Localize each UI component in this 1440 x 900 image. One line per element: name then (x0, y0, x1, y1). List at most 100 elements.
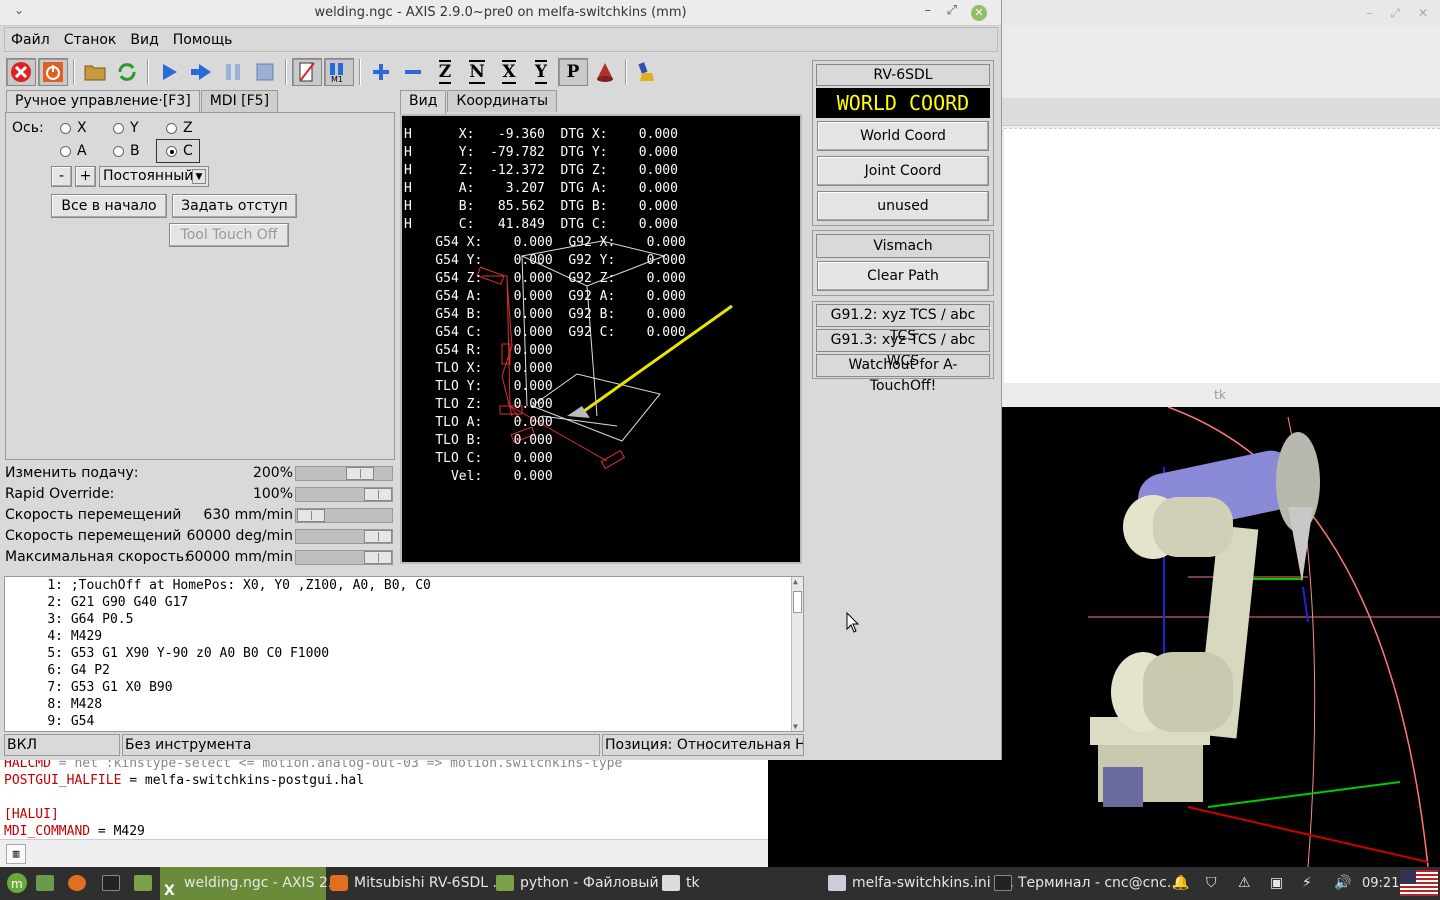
estop-button[interactable] (6, 58, 36, 86)
zoom-out-button[interactable] (398, 58, 428, 86)
jog-minus-button[interactable]: - (51, 166, 72, 187)
gcode-line[interactable]: 1: ;TouchOff at HomePos: X0, Y0 ,Z100, A… (5, 577, 803, 594)
minimize-icon[interactable]: – (925, 3, 932, 18)
slider-knob[interactable] (346, 467, 375, 480)
scroll-down-icon[interactable]: ▼ (793, 722, 798, 731)
tab-manual-control[interactable]: Ручное управление·[F3] (6, 90, 200, 114)
unused-button[interactable]: unused (817, 191, 989, 221)
axis-radio-z[interactable]: Z (166, 120, 193, 136)
axis-radio-c[interactable]: C (156, 139, 200, 163)
menu-machine[interactable]: Станок (64, 32, 117, 48)
ini-text-editor[interactable]: HALCMD = net :kinstype-select <= motion.… (0, 755, 768, 867)
firefox-launcher[interactable] (68, 867, 92, 900)
clock[interactable]: 09:21 (1362, 867, 1399, 900)
tab-mdi[interactable]: MDI [F5] (200, 90, 279, 112)
jog-speed-slider[interactable] (295, 508, 393, 523)
tab-dro[interactable]: Координаты (447, 90, 558, 112)
slider-knob[interactable] (364, 551, 392, 564)
gcode-line[interactable]: 4: M429 (5, 628, 803, 645)
gcode-line[interactable]: 3: G64 P0.5 (5, 611, 803, 628)
joint-coord-button[interactable]: Joint Coord (817, 156, 989, 186)
gcode-listing[interactable]: 1: ;TouchOff at HomePos: X0, Y0 ,Z100, A… (4, 576, 804, 732)
menu-view[interactable]: Вид (130, 32, 158, 48)
axis-radio-y[interactable]: Y (113, 120, 139, 136)
menu-file[interactable]: Файл (11, 32, 50, 48)
clear-path-button[interactable]: Clear Path (817, 261, 989, 291)
world-coord-button[interactable]: World Coord (817, 121, 989, 151)
task-ini-editor[interactable]: melfa-switchkins.ini (... (828, 867, 1014, 900)
clear-backplot-button[interactable] (632, 58, 662, 86)
set-offset-button[interactable]: Задать отступ (172, 194, 297, 218)
task-python-files[interactable]: python - Файловый ... (496, 867, 676, 900)
rotate-view-button[interactable] (590, 58, 620, 86)
dro-line: G54 B: 0.000 G92 B: 0.000 (404, 307, 686, 322)
view-y-button[interactable]: Y (526, 58, 556, 86)
pause-button[interactable] (218, 58, 248, 86)
task-axis[interactable]: Xwelding.ngc - AXIS 2... (160, 867, 341, 900)
clipboard-icon[interactable]: ▣ (1270, 867, 1283, 900)
tab-preview[interactable]: Вид (400, 90, 447, 114)
task-mitsubishi[interactable]: Mitsubishi RV-6SDL ... (330, 867, 506, 900)
stop-button[interactable] (250, 58, 280, 86)
scroll-up-icon[interactable]: ▲ (793, 577, 798, 586)
sidebar-toggle-icon[interactable]: ▥ (6, 844, 26, 864)
view-x-button[interactable]: X (494, 58, 524, 86)
jog-mode-select[interactable]: Постоянный ▼ (99, 166, 209, 187)
axis-radio-x[interactable]: X (60, 120, 87, 136)
home-all-button[interactable]: Все в начало (51, 194, 167, 218)
bg-minimize-icon[interactable]: – (1366, 6, 1372, 20)
terminal-launcher[interactable] (102, 867, 126, 900)
view-z2-button[interactable]: N (462, 58, 492, 86)
optional-stop-button[interactable]: M1 (324, 58, 354, 86)
zoom-in-button[interactable] (366, 58, 396, 86)
open-file-button[interactable] (80, 58, 110, 86)
start-menu-button[interactable]: m (6, 867, 28, 900)
bg-restore-icon[interactable]: ⤢ (1390, 6, 1400, 21)
gcode-line[interactable]: 7: G53 G1 X0 B90 (5, 679, 803, 696)
close-icon[interactable]: ✕ (971, 5, 987, 21)
rapid-override-slider[interactable] (295, 487, 393, 502)
task-terminal[interactable]: Терминал - cnc@cnc... (994, 867, 1180, 900)
gcode-line[interactable]: 6: G4 P2 (5, 662, 803, 679)
maximize-icon[interactable]: ⤢ (947, 3, 957, 18)
warning-icon[interactable]: ⚠ (1238, 867, 1251, 900)
scroll-thumb[interactable] (793, 591, 802, 613)
slider-knob[interactable] (364, 488, 392, 501)
view-perspective-button[interactable]: P (558, 58, 588, 86)
power-button[interactable] (38, 58, 68, 86)
reload-button[interactable] (112, 58, 142, 86)
feed-override-slider[interactable] (295, 466, 393, 481)
max-velocity-slider[interactable] (295, 550, 393, 565)
notifications-icon[interactable]: 🔔 (1172, 867, 1189, 900)
block-delete-button[interactable] (292, 58, 322, 86)
menu-help[interactable]: Помощь (173, 32, 233, 48)
slider-knob[interactable] (297, 509, 326, 522)
gcode-line[interactable]: 5: G53 G1 X90 Y-90 z0 A0 B0 C0 F1000 (5, 645, 803, 662)
bg-close-icon[interactable]: ✕ (1418, 6, 1428, 20)
preview-canvas[interactable]: H X: -9.360 DTG X: 0.000 H Y: -79.782 DTG… (400, 114, 802, 564)
slider-knob[interactable] (364, 530, 392, 543)
run-button[interactable] (154, 58, 184, 86)
shield-icon[interactable]: ⛉ (1206, 867, 1217, 900)
gcode-scrollbar[interactable]: ▲ ▼ (791, 577, 803, 731)
gcode-line[interactable]: 9: G54 (5, 713, 803, 730)
gcode-line[interactable]: 8: M428 (5, 696, 803, 713)
jog-plus-button[interactable]: + (75, 166, 96, 187)
keyboard-layout-flag-icon[interactable] (1400, 867, 1438, 900)
axis-radio-a[interactable]: A (60, 143, 87, 159)
angular-jog-speed-slider[interactable] (295, 529, 393, 544)
optional-stop-icon: M1 (330, 63, 343, 83)
step-button[interactable] (186, 58, 216, 86)
dro-line: G54 X: 0.000 G92 X: 0.000 (404, 235, 686, 250)
power-manager-icon[interactable]: ⚡ (1302, 867, 1312, 900)
volume-icon[interactable]: 🔊 (1334, 867, 1351, 900)
view-z-button[interactable]: Z (430, 58, 460, 86)
show-desktop-button[interactable] (36, 867, 60, 900)
files-launcher[interactable] (134, 867, 158, 900)
axis-radio-b[interactable]: B (113, 143, 140, 159)
gcode-line[interactable]: 2: G21 G90 G40 G17 (5, 594, 803, 611)
tool-touch-off-button[interactable]: Tool Touch Off (169, 223, 289, 247)
axis-radio-label: Y (130, 120, 139, 136)
toolbar-separator (625, 59, 627, 85)
task-tk[interactable]: tk (662, 867, 700, 900)
